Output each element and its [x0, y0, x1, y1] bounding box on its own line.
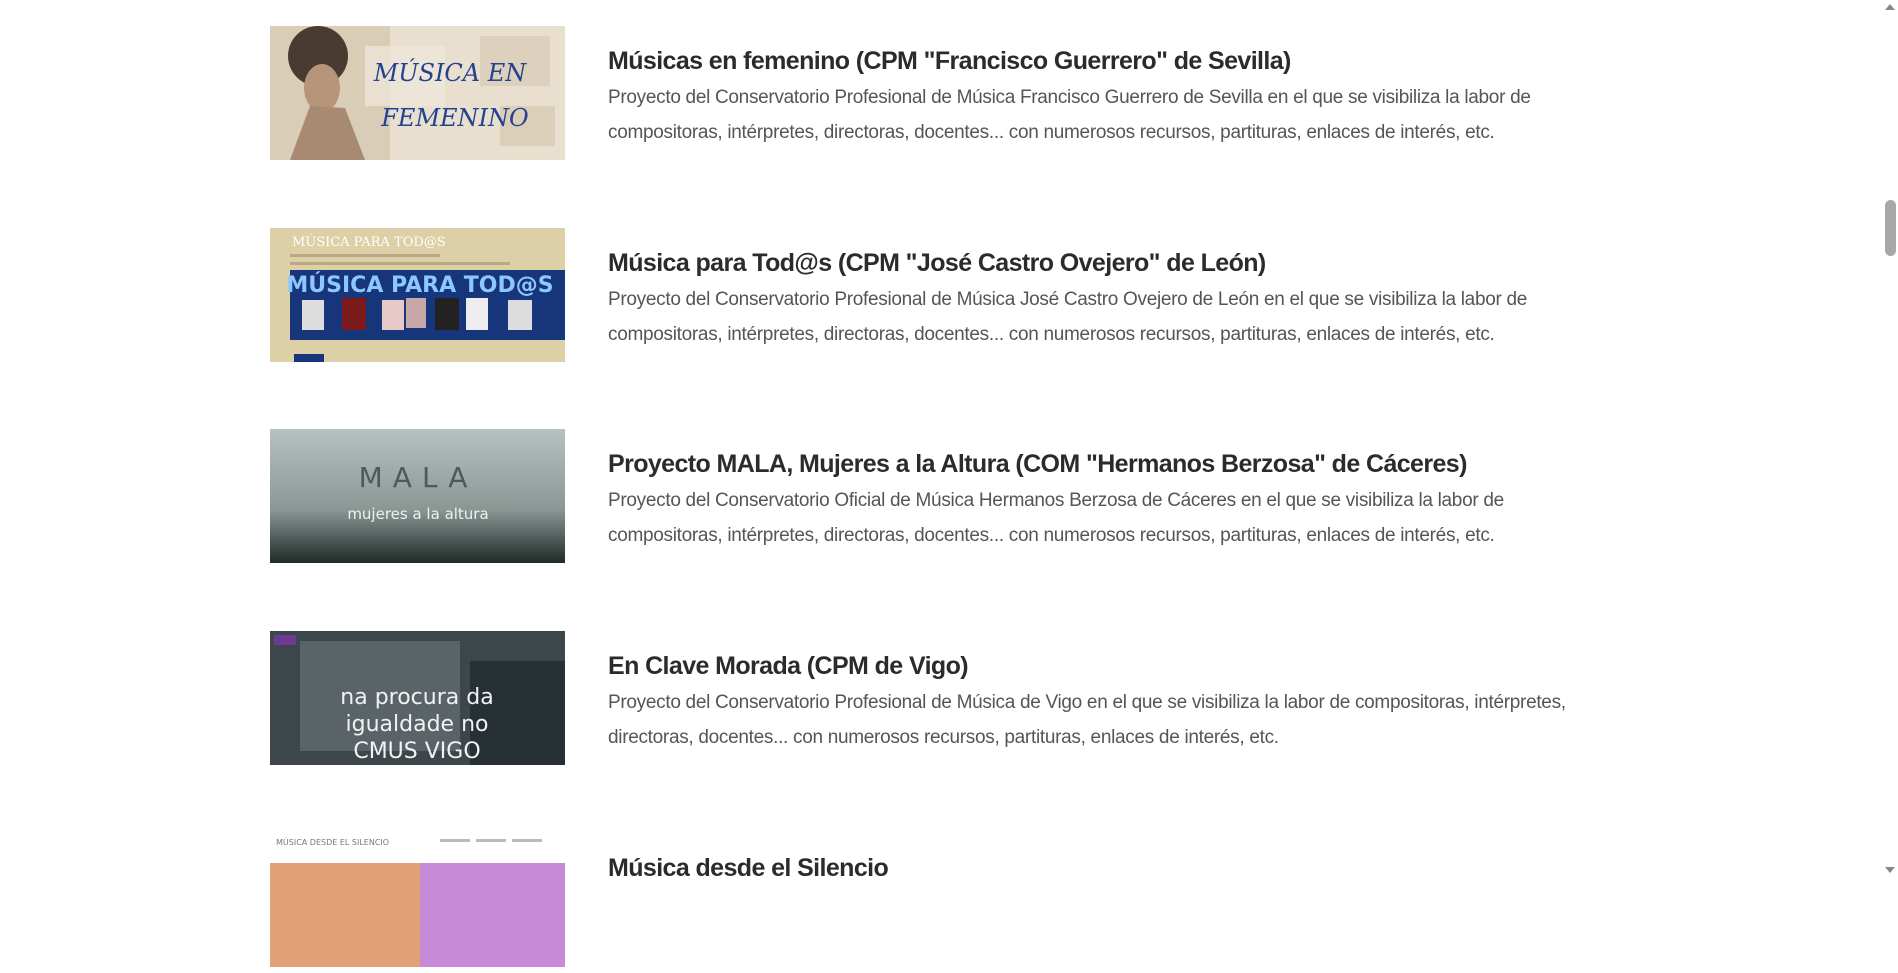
list-item: na procura da igualdade no CMUS VIGO En …	[270, 631, 1570, 771]
thumb-text-line: mujeres a la altura	[347, 505, 488, 523]
list-item: MÚSICA PARA TOD@S MÚSICA PARA TOD@S Músi…	[270, 228, 1570, 368]
item-description: Proyecto del Conservatorio Profesional d…	[608, 87, 1531, 143]
musica-para-todos-image: MÚSICA PARA TOD@S MÚSICA PARA TOD@S	[270, 228, 565, 362]
thumb-text-line: na procura da	[340, 685, 493, 710]
thumb-text-line: MÚSICA PARA TOD@S	[292, 233, 446, 250]
thumb-text-line: CMUS VIGO	[353, 739, 480, 764]
list-item: MÚSICA EN FEMENINO Músicas en femenino (…	[270, 26, 1570, 166]
item-title-link[interactable]: En Clave Morada (CPM de Vigo)	[608, 649, 1568, 683]
en-clave-morada-image: na procura da igualdade no CMUS VIGO	[270, 631, 565, 765]
musica-desde-el-silencio-image: MÚSICA DESDE EL SILENCIO	[270, 833, 565, 967]
thumb-text-line: MÚSICA EN	[373, 58, 528, 87]
item-title-link[interactable]: Música desde el Silencio	[608, 851, 1568, 885]
item-title-link[interactable]: Música para Tod@s (CPM "José Castro Ovej…	[608, 246, 1568, 280]
scroll-up-arrow-icon[interactable]	[1885, 4, 1895, 10]
musicas-en-femenino-image: MÚSICA EN FEMENINO	[270, 26, 565, 160]
item-thumbnail[interactable]: na procura da igualdade no CMUS VIGO	[270, 631, 565, 765]
item-description: Proyecto del Conservatorio Profesional d…	[608, 692, 1566, 748]
thumb-text-line: MÚSICA PARA TOD@S	[286, 272, 553, 298]
list-item: MÚSICA DESDE EL SILENCIO Música desde el…	[270, 833, 1570, 973]
item-thumbnail[interactable]: MALA mujeres a la altura	[270, 429, 565, 563]
item-thumbnail[interactable]: MÚSICA PARA TOD@S MÚSICA PARA TOD@S	[270, 228, 565, 362]
scroll-down-arrow-icon[interactable]	[1885, 867, 1895, 873]
item-title-link[interactable]: Músicas en femenino (CPM "Francisco Guer…	[608, 44, 1568, 78]
thumb-text-line: MÚSICA DESDE EL SILENCIO	[276, 836, 389, 847]
vertical-scrollbar[interactable]	[1881, 0, 1898, 877]
item-title-link[interactable]: Proyecto MALA, Mujeres a la Altura (COM …	[608, 447, 1568, 481]
item-thumbnail[interactable]: MÚSICA DESDE EL SILENCIO	[270, 833, 565, 967]
thumb-text-line: FEMENINO	[380, 104, 529, 132]
item-description: Proyecto del Conservatorio Profesional d…	[608, 289, 1528, 345]
list-item: MALA mujeres a la altura Proyecto MALA, …	[270, 429, 1570, 569]
thumb-text-line: MALA	[359, 461, 478, 494]
item-description: Proyecto del Conservatorio Oficial de Mú…	[608, 490, 1504, 546]
item-thumbnail[interactable]: MÚSICA EN FEMENINO	[270, 26, 565, 160]
thumb-text-line: igualdade no	[346, 712, 489, 737]
proyecto-mala-image: MALA mujeres a la altura	[270, 429, 565, 563]
scrollbar-thumb[interactable]	[1885, 200, 1896, 256]
